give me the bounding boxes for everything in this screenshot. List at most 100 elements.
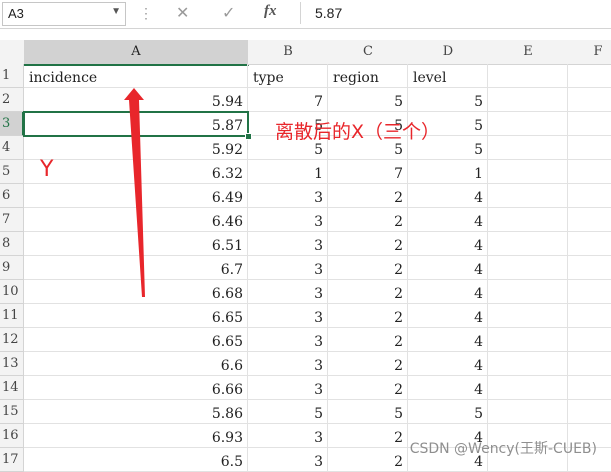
- row-header[interactable]: 1: [0, 64, 24, 88]
- table-cell[interactable]: [568, 136, 611, 160]
- table-cell[interactable]: 2: [328, 424, 408, 448]
- table-cell[interactable]: [488, 376, 568, 400]
- table-cell[interactable]: [488, 136, 568, 160]
- table-cell[interactable]: 5.94: [24, 88, 248, 112]
- table-cell[interactable]: 6.93: [24, 424, 248, 448]
- row-header[interactable]: 5: [0, 160, 24, 184]
- table-cell[interactable]: [568, 256, 611, 280]
- table-cell[interactable]: [488, 280, 568, 304]
- row-header[interactable]: 12: [0, 328, 24, 352]
- table-cell[interactable]: [488, 88, 568, 112]
- table-cell[interactable]: 6.7: [24, 256, 248, 280]
- table-cell[interactable]: 4: [408, 376, 488, 400]
- table-cell[interactable]: 2: [328, 256, 408, 280]
- table-cell[interactable]: [488, 112, 568, 136]
- table-cell[interactable]: 4: [408, 280, 488, 304]
- table-cell[interactable]: 4: [408, 304, 488, 328]
- table-cell[interactable]: level: [408, 64, 488, 88]
- table-cell[interactable]: 4: [408, 208, 488, 232]
- table-cell[interactable]: 5: [408, 400, 488, 424]
- column-header-e[interactable]: E: [488, 40, 569, 65]
- table-cell[interactable]: 6.46: [24, 208, 248, 232]
- table-cell[interactable]: 3: [248, 256, 328, 280]
- table-cell[interactable]: 3: [248, 232, 328, 256]
- chevron-down-icon[interactable]: ▼: [111, 6, 121, 17]
- table-cell[interactable]: [568, 184, 611, 208]
- table-cell[interactable]: 5: [328, 400, 408, 424]
- column-header-c[interactable]: C: [328, 40, 409, 65]
- table-cell[interactable]: 1: [408, 160, 488, 184]
- table-cell[interactable]: [568, 328, 611, 352]
- formula-input[interactable]: 5.87: [300, 2, 610, 24]
- column-header-b[interactable]: B: [248, 40, 329, 65]
- table-cell[interactable]: 4: [408, 184, 488, 208]
- table-cell[interactable]: 2: [328, 280, 408, 304]
- table-cell[interactable]: incidence: [24, 64, 248, 88]
- table-cell[interactable]: [488, 184, 568, 208]
- table-cell[interactable]: [568, 232, 611, 256]
- table-cell[interactable]: 5: [248, 400, 328, 424]
- table-cell[interactable]: [488, 160, 568, 184]
- table-cell[interactable]: 2: [328, 304, 408, 328]
- row-header[interactable]: 10: [0, 280, 24, 304]
- table-cell[interactable]: [488, 232, 568, 256]
- table-cell[interactable]: [488, 328, 568, 352]
- row-header[interactable]: 4: [0, 136, 24, 160]
- table-cell[interactable]: 6.65: [24, 328, 248, 352]
- table-cell[interactable]: [488, 208, 568, 232]
- table-cell[interactable]: 6.32: [24, 160, 248, 184]
- table-cell[interactable]: 2: [328, 352, 408, 376]
- column-header-a[interactable]: A: [24, 40, 249, 66]
- fill-handle[interactable]: [245, 133, 252, 140]
- table-cell[interactable]: [488, 304, 568, 328]
- table-cell[interactable]: [488, 400, 568, 424]
- row-header[interactable]: 15: [0, 400, 24, 424]
- table-cell[interactable]: 3: [248, 448, 328, 472]
- table-cell[interactable]: 3: [248, 352, 328, 376]
- row-header[interactable]: 8: [0, 232, 24, 256]
- row-header[interactable]: 13: [0, 352, 24, 376]
- table-cell[interactable]: 6.51: [24, 232, 248, 256]
- table-cell[interactable]: 5.92: [24, 136, 248, 160]
- table-cell[interactable]: [488, 352, 568, 376]
- table-cell[interactable]: 5.86: [24, 400, 248, 424]
- column-header-d[interactable]: D: [408, 40, 489, 65]
- table-cell[interactable]: 2: [328, 376, 408, 400]
- table-cell[interactable]: [568, 280, 611, 304]
- table-cell[interactable]: 7: [328, 160, 408, 184]
- table-cell[interactable]: 4: [408, 352, 488, 376]
- table-cell[interactable]: 3: [248, 376, 328, 400]
- table-cell[interactable]: 5.87: [24, 112, 248, 136]
- row-header[interactable]: 7: [0, 208, 24, 232]
- table-cell[interactable]: 6.65: [24, 304, 248, 328]
- table-cell[interactable]: 2: [328, 184, 408, 208]
- confirm-icon[interactable]: ✓: [222, 3, 235, 23]
- table-cell[interactable]: 3: [248, 424, 328, 448]
- select-all-corner[interactable]: [0, 40, 25, 65]
- table-cell[interactable]: 2: [328, 328, 408, 352]
- row-header[interactable]: 11: [0, 304, 24, 328]
- table-cell[interactable]: [568, 352, 611, 376]
- table-cell[interactable]: 6.5: [24, 448, 248, 472]
- table-cell[interactable]: 3: [248, 280, 328, 304]
- table-cell[interactable]: 6.6: [24, 352, 248, 376]
- table-cell[interactable]: [568, 112, 611, 136]
- table-cell[interactable]: 2: [328, 208, 408, 232]
- table-cell[interactable]: 3: [248, 304, 328, 328]
- row-header[interactable]: 14: [0, 376, 24, 400]
- row-header[interactable]: 6: [0, 184, 24, 208]
- table-cell[interactable]: 4: [408, 328, 488, 352]
- cancel-icon[interactable]: ✕: [176, 3, 189, 23]
- table-cell[interactable]: [568, 400, 611, 424]
- table-cell[interactable]: [568, 64, 611, 88]
- table-cell[interactable]: 6.66: [24, 376, 248, 400]
- table-cell[interactable]: 7: [248, 88, 328, 112]
- table-cell[interactable]: [568, 160, 611, 184]
- table-cell[interactable]: [568, 208, 611, 232]
- row-header[interactable]: 2: [0, 88, 24, 112]
- table-cell[interactable]: 5: [408, 88, 488, 112]
- row-header[interactable]: 9: [0, 256, 24, 280]
- table-cell[interactable]: 3: [248, 208, 328, 232]
- row-header[interactable]: 16: [0, 424, 24, 448]
- table-cell[interactable]: 3: [248, 328, 328, 352]
